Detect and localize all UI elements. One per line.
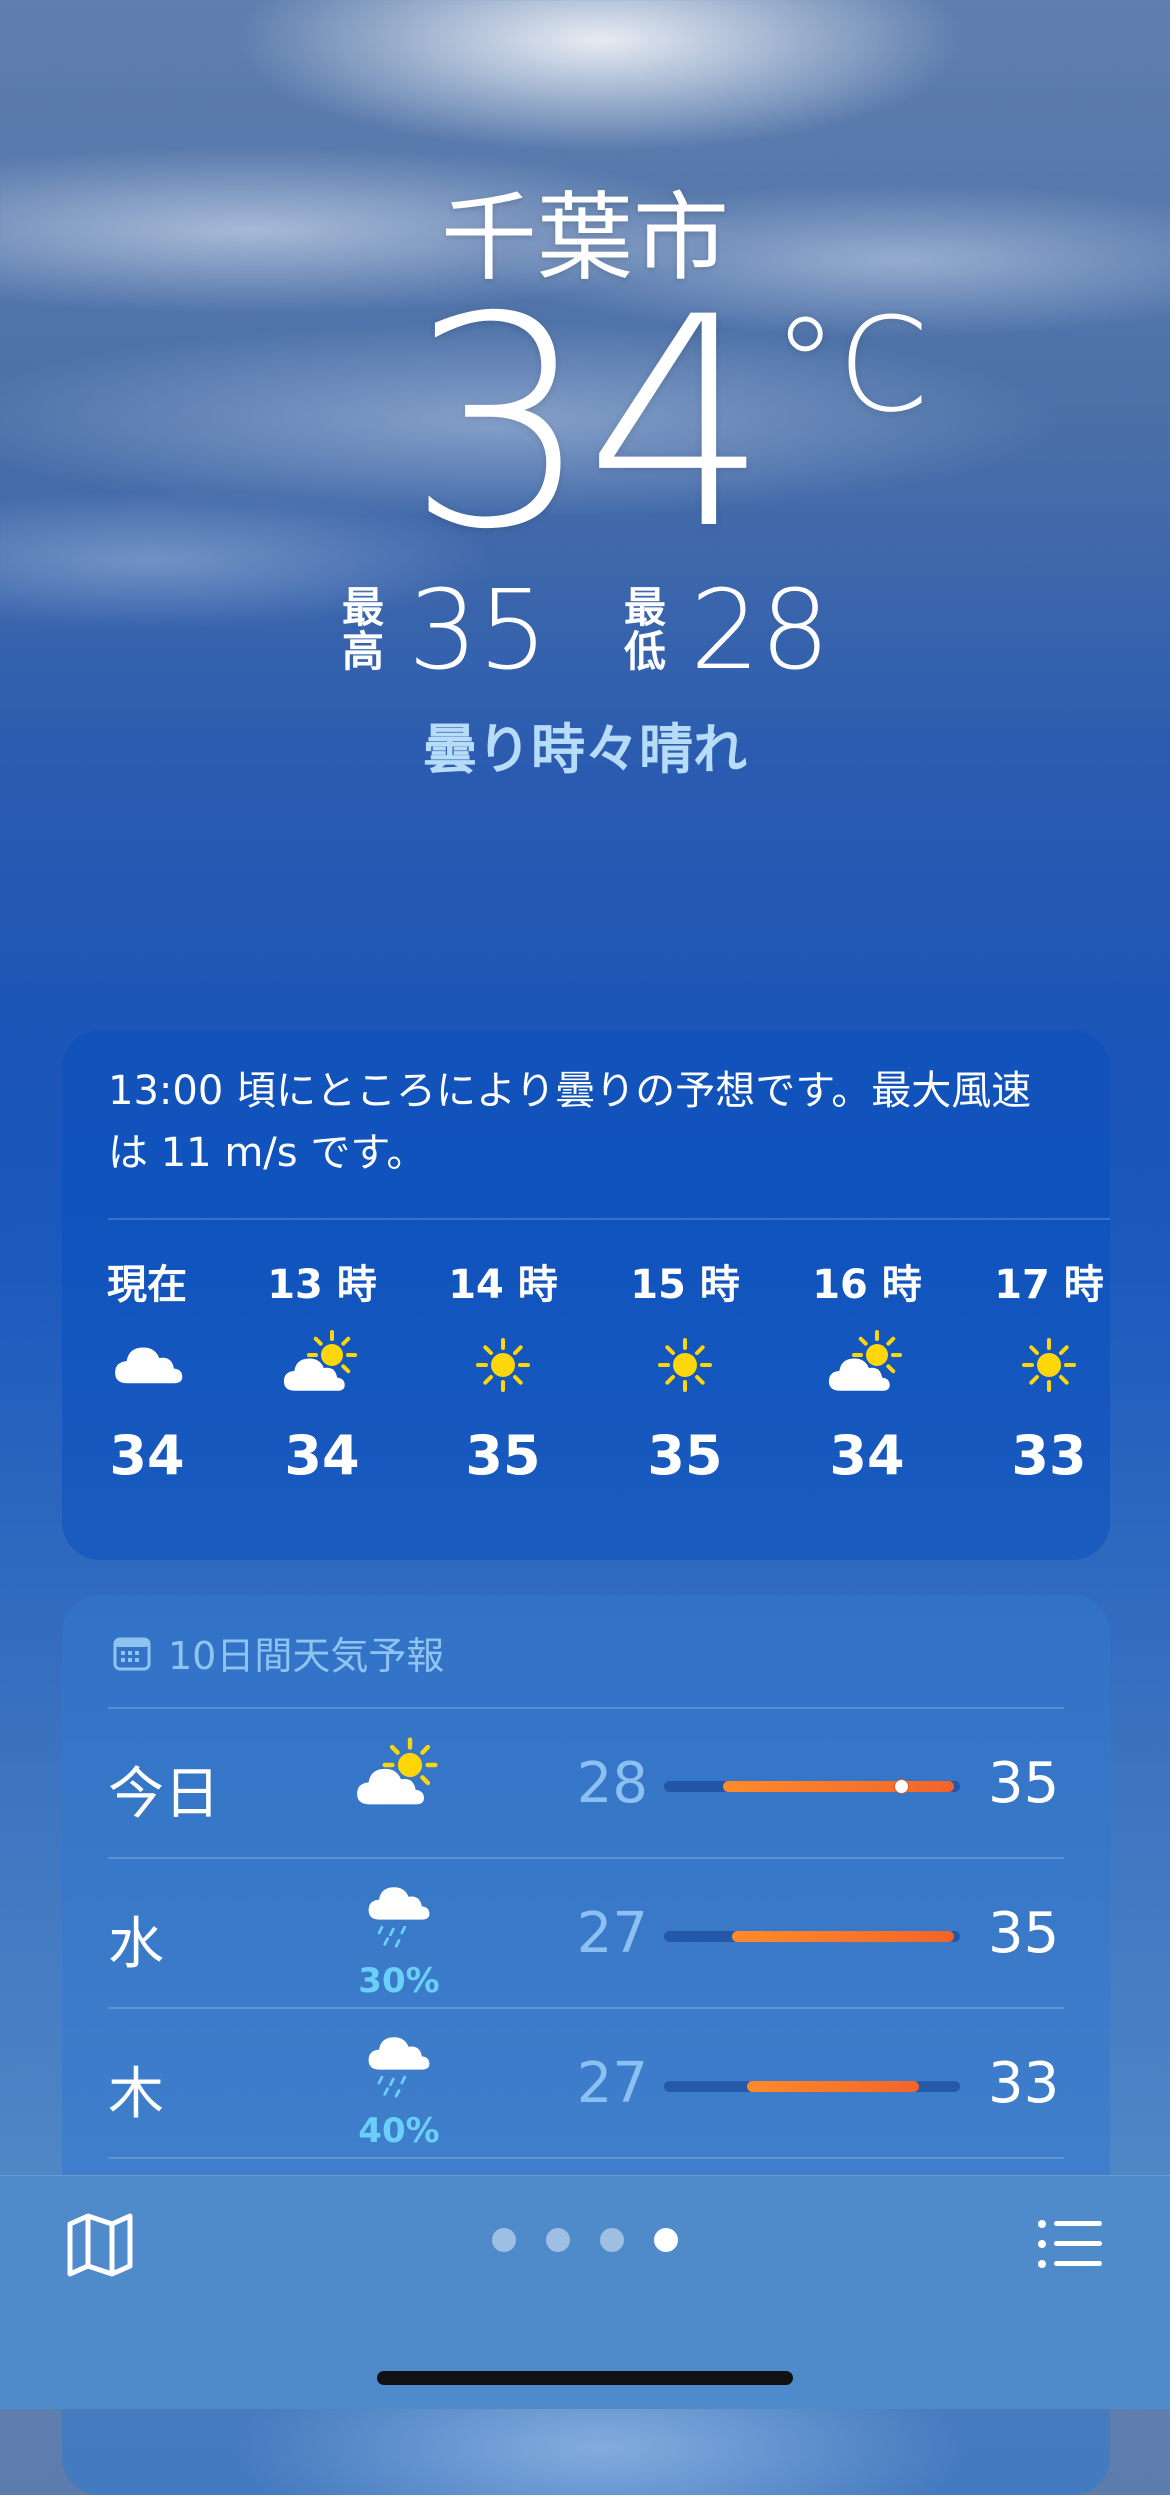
hourly-time: 13 時 [267, 1262, 377, 1308]
current-temperature-value: 34 [406, 256, 769, 593]
temperature-range-fill [746, 2081, 919, 2092]
hourly-item: 現在 34 [82, 1252, 212, 1487]
home-indicator[interactable] [377, 2371, 793, 2385]
temperature-range-bar [664, 1931, 960, 1942]
calendar-icon [113, 1637, 151, 1670]
daily-row[interactable]: 今日 28 35 [108, 1709, 1064, 1859]
current-temp-dot [893, 1779, 909, 1794]
sun-icon [1022, 1338, 1076, 1392]
hourly-icon [802, 1320, 932, 1410]
daily-divider [108, 2157, 1064, 2159]
hourly-forecast-card[interactable]: 13:00 頃にところにより曇りの予想です。最大風速は 11 m/s です。 現… [62, 1030, 1110, 1560]
daily-low: 27 [576, 1901, 648, 1966]
temperature-range-fill [732, 1931, 955, 1942]
hourly-time: 16 時 [812, 1262, 922, 1308]
daily-forecast-header: 10日間天気予報 [112, 1625, 444, 1680]
sun-icon [658, 1338, 712, 1392]
page-indicator[interactable] [0, 2228, 1170, 2252]
daily-row[interactable]: 木 40% 27 33 [108, 2009, 1064, 2159]
hourly-divider [108, 1218, 1110, 1220]
hourly-icon [82, 1320, 212, 1410]
daily-icon [344, 2017, 454, 2107]
partly-sunny-icon [357, 1737, 438, 1805]
partly-sunny-icon [283, 1330, 357, 1391]
daily-day: 木 [108, 2062, 164, 2127]
rain-icon [368, 2037, 430, 2098]
rain-icon [368, 1887, 430, 1948]
hourly-item: 17 時 33 [984, 1252, 1110, 1487]
partly-sunny-icon [828, 1330, 902, 1391]
hourly-temp: 34 [284, 1424, 360, 1487]
list-icon [1038, 2220, 1102, 2268]
location-list-button[interactable] [1034, 2208, 1106, 2280]
low-temperature: 28 [690, 566, 830, 694]
daily-row[interactable]: 水 30% 27 35 [108, 1859, 1064, 2009]
daily-low: 27 [576, 2051, 648, 2116]
condition-text: 曇り時々晴れ [423, 718, 747, 781]
daily-low: 28 [576, 1751, 648, 1816]
daily-high: 33 [988, 2051, 1060, 2116]
page-dot[interactable] [492, 2228, 516, 2252]
hourly-item: 13 時 34 [257, 1252, 387, 1487]
hourly-icon [257, 1320, 387, 1410]
page-dot[interactable] [546, 2228, 570, 2252]
temperature-range-bar [664, 2081, 960, 2092]
page-dot-active[interactable] [654, 2228, 678, 2252]
hourly-item: 16 時 34 [802, 1252, 932, 1487]
daily-precipitation: 40% [358, 2111, 440, 2151]
hourly-temp: 34 [109, 1424, 185, 1487]
daily-high: 35 [988, 1901, 1060, 1966]
hourly-icon [984, 1320, 1110, 1410]
high-low-temperatures: 最 高 35 最 低 28 [0, 575, 1170, 685]
bottom-toolbar [0, 2175, 1170, 2409]
hourly-item: 15 時 35 [620, 1252, 750, 1487]
hourly-temp: 34 [829, 1424, 905, 1487]
hourly-temp: 33 [1011, 1424, 1087, 1487]
hourly-summary: 13:00 頃にところにより曇りの予想です。最大風速は 11 m/s です。 [108, 1068, 1032, 1176]
current-temperature-block: 34 °C [0, 280, 1170, 570]
daily-day: 水 [108, 1912, 164, 1977]
hourly-temp: 35 [465, 1424, 541, 1487]
current-temperature: 34 °C [406, 280, 928, 570]
high-label: 最 高 [340, 586, 386, 674]
cloud-icon [115, 1347, 183, 1384]
hourly-item: 14 時 35 [438, 1252, 568, 1487]
high-label-char-1: 最 [342, 583, 385, 632]
hourly-time: 14 時 [448, 1262, 558, 1308]
temperature-unit: °C [772, 289, 929, 441]
temperature-range-fill [723, 1781, 955, 1792]
daily-day: 今日 [108, 1762, 220, 1827]
daily-icon [344, 1867, 454, 1957]
temperature-range-bar [664, 1779, 960, 1794]
hourly-time: 現在 [107, 1262, 187, 1308]
high-temperature: 35 [408, 566, 548, 694]
low-label-char-1: 最 [623, 583, 666, 632]
daily-precipitation: 30% [358, 1961, 440, 2001]
hourly-icon [620, 1320, 750, 1410]
hourly-time: 15 時 [630, 1262, 740, 1308]
high-label-char-2: 高 [342, 627, 385, 676]
daily-icon [344, 1731, 454, 1821]
hourly-temp: 35 [647, 1424, 723, 1487]
page-dot[interactable] [600, 2228, 624, 2252]
daily-forecast-title: 10日間天気予報 [168, 1634, 445, 1678]
hourly-time: 17 時 [994, 1262, 1104, 1308]
low-label-char-2: 低 [623, 627, 666, 676]
hourly-icon [438, 1320, 568, 1410]
low-label: 最 低 [622, 586, 668, 674]
daily-high: 35 [988, 1751, 1060, 1816]
sun-icon [476, 1338, 530, 1392]
